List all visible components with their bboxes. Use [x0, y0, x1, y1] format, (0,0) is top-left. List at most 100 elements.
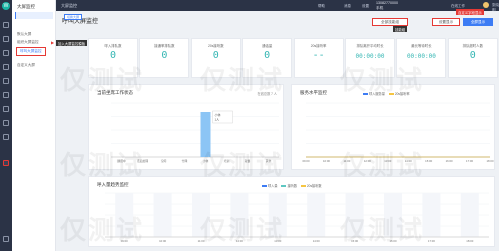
sidebar-item-custom[interactable]: 自定义大屏 [17, 63, 35, 68]
chat-icon[interactable] [3, 78, 9, 84]
stat-card: 20s接听数 0 [190, 38, 241, 78]
phone-sub: 手机 [376, 5, 384, 10]
x-tick-label: 空闲 [161, 159, 167, 163]
skill-group-tooltip: 技能组 [393, 26, 408, 32]
agent-status-panel: 当前坐席工作状态 在线总数 7 人 通话中 话后处理 空闲 忙碌 小休 培训 就餐 其他 小休 1… [88, 84, 284, 170]
column-band [345, 193, 364, 237]
user-name[interactable]: 张晓明 [492, 3, 499, 13]
x-tick-label: 小休 [203, 159, 209, 163]
column-band [268, 193, 287, 237]
x-tick-label: 17:00 [428, 239, 435, 243]
column-band [115, 193, 134, 237]
queue-trend-chart: 09:00 10:00 11:00 12:00 13:00 14:00 15:00 16:00… [105, 192, 489, 243]
phone-icon[interactable] [3, 36, 9, 42]
column-band [422, 193, 441, 237]
stat-label: 通话量 [262, 44, 273, 48]
monitor-icon[interactable] [3, 160, 9, 166]
report-icon[interactable] [3, 92, 9, 98]
stat-label: 接通率排队数 [154, 44, 175, 48]
x-tick-label: 培训 [224, 159, 230, 163]
sidebar-item-call[interactable]: 呼叫大屏监控 [16, 47, 46, 56]
sidebar-item-default[interactable]: 默认大屏 [17, 32, 31, 37]
agent-status-chart: 通话中 话后处理 空闲 忙碌 小休 培训 就餐 其他小休1人 [111, 102, 279, 163]
settings-button[interactable]: 设置 [362, 4, 369, 9]
annotation-arrow-icon: ▶ [51, 40, 55, 45]
x-tick-label: 话后处理 [137, 159, 148, 163]
sidebar-title: 大屏监控 [17, 4, 35, 9]
stat-label: 20s接听率 [310, 44, 327, 48]
fullscreen-button[interactable]: 全屏显示 [463, 18, 493, 26]
stat-card: 20s接听率 -- [293, 38, 344, 78]
home-icon[interactable] [3, 22, 9, 28]
x-tick-label: 11:00 [198, 239, 205, 243]
stat-card: 通话量 0 [242, 38, 293, 78]
stat-value: 0 [109, 50, 117, 61]
mail-icon[interactable] [3, 134, 9, 140]
stat-value: 00:00:00 [355, 53, 385, 60]
stat-value: 0 [161, 50, 168, 61]
stat-value: 0 [469, 50, 476, 61]
calendar-icon[interactable] [3, 106, 9, 112]
top-bar: 大屏监控 帮助 消息 设置 13082770000 手机 在线工作 张晓明 [56, 0, 499, 13]
x-tick-label: 09:00 [121, 239, 128, 243]
x-tick-label: 18:00 [466, 239, 473, 243]
x-tick-label: 14:00 [313, 239, 320, 243]
x-tick-label: 11:00 [343, 159, 350, 163]
custom-field-tooltip: 自定义字段显示 [456, 9, 484, 15]
users-icon[interactable] [3, 50, 9, 56]
stat-value: 0 [264, 50, 271, 61]
tag-icon[interactable] [3, 120, 9, 126]
service-level-chart: 09:00 10:00 11:00 12:00 13:00 14:00 15:00 16:00… [303, 102, 494, 163]
stat-label: 20s接听数 [207, 44, 224, 48]
display-settings-button[interactable]: 设置显示 [432, 18, 460, 26]
x-tick-label: 14:00 [405, 159, 412, 163]
x-tick-label: 就餐 [245, 159, 251, 163]
x-tick-label: 12:00 [236, 239, 243, 243]
x-tick-label: 10:00 [159, 239, 166, 243]
x-tick-label: 通话中 [117, 159, 126, 163]
column-band [153, 193, 172, 237]
column-band [384, 193, 402, 237]
stat-label: 排队超时人数 [462, 44, 483, 48]
x-tick-label: 17:00 [466, 159, 473, 163]
stat-card: 排队超时人数 0 [447, 38, 498, 78]
column-band [192, 193, 210, 237]
queue-trend-panel: 呼入量趋势监控 呼入量 接听数 20s接听数 09:00 10:00 11:00 12… [88, 176, 495, 247]
list-icon[interactable] [3, 64, 9, 70]
stat-value: -- [312, 50, 325, 61]
help-button[interactable]: 帮助 [318, 4, 325, 9]
phone-info: 13082770000 手机 [376, 1, 398, 10]
stat-card: 排队离开平均时长 00:00:00 [345, 38, 395, 78]
stat-card: 接通率排队数 0 [139, 38, 190, 78]
left-rail: W [0, 0, 12, 251]
bar-tooltip-text: 小休 [215, 112, 221, 117]
add-template-tooltip: 加入大屏监控模板 [56, 40, 88, 46]
x-tick-label: 15:00 [425, 159, 432, 163]
column-band [230, 193, 249, 237]
switch-screen-tag[interactable]: 切换大屏 [64, 14, 82, 20]
stat-label: 排队离开平均时长 [356, 44, 384, 48]
x-tick-label: 忙碌 [182, 159, 188, 163]
bar-tooltip-text: 1人 [215, 118, 220, 122]
phone-number: 13082770000 [376, 1, 398, 5]
service-level-panel: 服务水平监控 呼入服务量 20s接听率 09:00 10:00 11:00 12:00… [291, 84, 495, 170]
skill-group-select[interactable]: 全部技能组 [372, 18, 408, 26]
app-logo[interactable]: W [2, 2, 10, 10]
top-tab[interactable]: 大屏监控 [61, 3, 77, 9]
sidebar-active-bar [15, 12, 53, 19]
x-tick-label: 15:00 [351, 239, 358, 243]
message-button[interactable]: 消息 [344, 4, 351, 9]
stat-label: 呼入排队数 [104, 44, 122, 48]
x-tick-label: 其他 [266, 159, 272, 163]
settings-icon[interactable] [3, 236, 9, 242]
x-tick-label: 16:00 [446, 159, 453, 163]
avatar[interactable] [483, 2, 489, 8]
column-band [307, 193, 326, 237]
agent-bar[interactable] [200, 112, 211, 157]
x-tick-label: 09:00 [303, 159, 310, 163]
sidebar-item-org[interactable]: 组织大屏监控 [17, 40, 39, 45]
x-tick-label: 13:00 [384, 159, 391, 163]
secondary-sidebar: 大屏监控 默认大屏 组织大屏监控 呼叫大屏监控 自定义大屏 [12, 0, 56, 251]
stat-value: 00:00:00 [406, 53, 436, 60]
x-tick-label: 12:00 [364, 159, 371, 163]
